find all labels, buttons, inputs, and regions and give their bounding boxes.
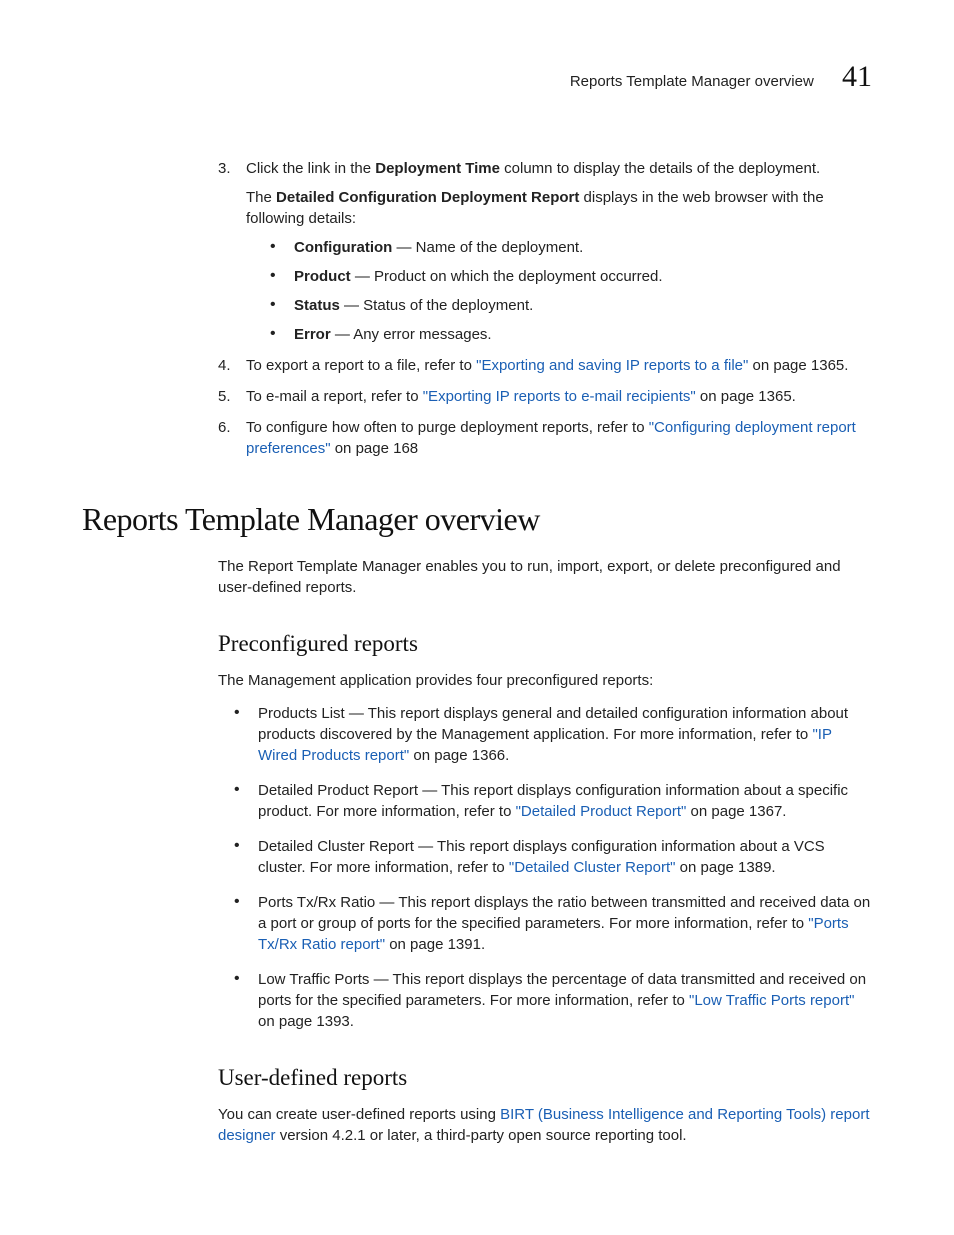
- link-export-email[interactable]: "Exporting IP reports to e-mail recipien…: [423, 388, 696, 405]
- subheading-user-defined-reports: User-defined reports: [218, 1062, 872, 1094]
- text: To export a report to a file, refer to: [246, 357, 476, 374]
- preconfigured-list: Products List — This report displays gen…: [234, 703, 872, 1032]
- list-item: Detailed Product Report — This report di…: [234, 780, 872, 822]
- step-number: 4.: [218, 355, 231, 376]
- body-content: 3. Click the link in the Deployment Time…: [218, 158, 872, 459]
- list-item: Low Traffic Ports — This report displays…: [234, 969, 872, 1032]
- step-4: 4. To export a report to a file, refer t…: [218, 355, 872, 376]
- chapter-number: 41: [842, 56, 872, 98]
- desc: — Any error messages.: [331, 326, 492, 343]
- step-number: 5.: [218, 386, 231, 407]
- desc: — Name of the deployment.: [392, 239, 583, 256]
- text: on page 1366.: [409, 747, 509, 764]
- term-detailed-config-report: Detailed Configuration Deployment Report: [276, 189, 579, 206]
- term-deployment-time: Deployment Time: [375, 160, 500, 177]
- step-5: 5. To e-mail a report, refer to "Exporti…: [218, 386, 872, 407]
- running-title: Reports Template Manager overview: [570, 71, 814, 92]
- list-item: Products List — This report displays gen…: [234, 703, 872, 766]
- text: Click the link in the: [246, 160, 375, 177]
- preconf-intro: The Management application provides four…: [218, 670, 872, 691]
- text: The: [246, 189, 276, 206]
- list-item: Configuration — Name of the deployment.: [270, 237, 872, 258]
- text: column to display the details of the dep…: [500, 160, 820, 177]
- text: on page 1367.: [686, 803, 786, 820]
- term: Error: [294, 326, 331, 343]
- list-item: Status — Status of the deployment.: [270, 295, 872, 316]
- term: Product: [294, 268, 351, 285]
- subheading-preconfigured-reports: Preconfigured reports: [218, 628, 872, 660]
- link-low-traffic-ports[interactable]: "Low Traffic Ports report": [689, 992, 854, 1009]
- text: To configure how often to purge deployme…: [246, 419, 649, 436]
- text: on page 168: [331, 440, 419, 457]
- text: version 4.2.1 or later, a third-party op…: [276, 1127, 687, 1144]
- term: Status: [294, 297, 340, 314]
- link-export-save-ip[interactable]: "Exporting and saving IP reports to a fi…: [476, 357, 748, 374]
- section-intro: The Report Template Manager enables you …: [218, 556, 872, 598]
- list-item: Error — Any error messages.: [270, 324, 872, 345]
- numbered-steps: 3. Click the link in the Deployment Time…: [218, 158, 872, 459]
- text: Products List — This report displays gen…: [258, 705, 848, 743]
- desc: — Product on which the deployment occurr…: [351, 268, 663, 285]
- userdef-body: You can create user-defined reports usin…: [218, 1104, 872, 1146]
- term: Configuration: [294, 239, 392, 256]
- link-detailed-cluster-report[interactable]: "Detailed Cluster Report": [509, 859, 676, 876]
- detail-bullets: Configuration — Name of the deployment. …: [270, 237, 872, 345]
- step-3: 3. Click the link in the Deployment Time…: [218, 158, 872, 345]
- document-page: Reports Template Manager overview 41 3. …: [0, 0, 954, 1235]
- text: on page 1365.: [696, 388, 796, 405]
- list-item: Detailed Cluster Report — This report di…: [234, 836, 872, 878]
- step-number: 3.: [218, 158, 231, 179]
- text: To e-mail a report, refer to: [246, 388, 423, 405]
- list-item: Ports Tx/Rx Ratio — This report displays…: [234, 892, 872, 955]
- text: on page 1393.: [258, 1013, 354, 1030]
- step-number: 6.: [218, 417, 231, 438]
- step-6: 6. To configure how often to purge deplo…: [218, 417, 872, 459]
- text: Ports Tx/Rx Ratio — This report displays…: [258, 894, 870, 932]
- text: You can create user-defined reports usin…: [218, 1106, 500, 1123]
- page-header: Reports Template Manager overview 41: [82, 56, 872, 98]
- section-heading-reports-template-manager: Reports Template Manager overview: [82, 497, 872, 542]
- text: on page 1365.: [748, 357, 848, 374]
- link-detailed-product-report[interactable]: "Detailed Product Report": [516, 803, 687, 820]
- text: on page 1389.: [675, 859, 775, 876]
- step-body: Click the link in the Deployment Time co…: [246, 158, 872, 345]
- text: on page 1391.: [385, 936, 485, 953]
- desc: — Status of the deployment.: [340, 297, 533, 314]
- list-item: Product — Product on which the deploymen…: [270, 266, 872, 287]
